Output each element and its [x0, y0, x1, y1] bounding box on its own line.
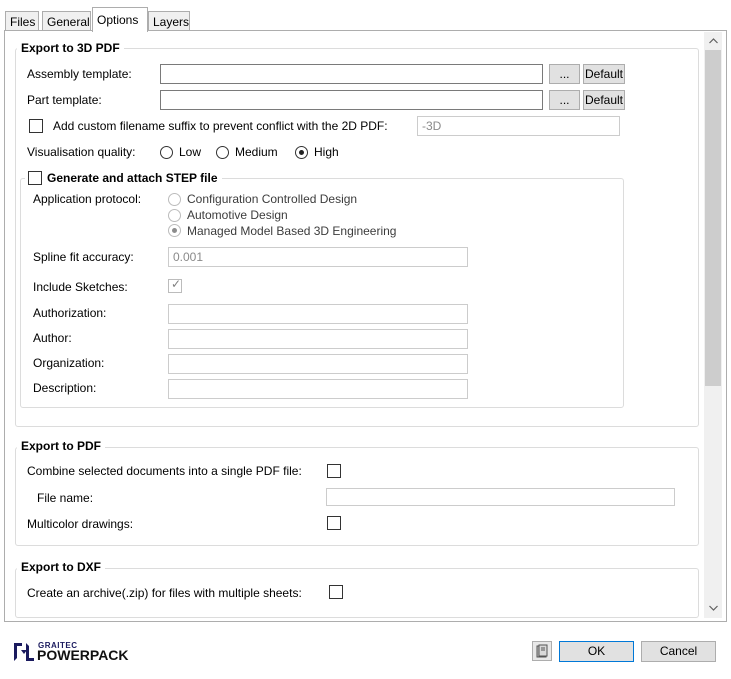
filename-label: File name:: [37, 491, 94, 505]
part-template-label: Part template:: [27, 93, 102, 107]
protocol-mbe-radio[interactable]: [168, 224, 181, 237]
cancel-button[interactable]: Cancel: [641, 641, 716, 662]
assembly-default-button[interactable]: Default: [583, 64, 625, 84]
combine-label: Combine selected documents into a single…: [27, 464, 302, 478]
vertical-scrollbar[interactable]: [704, 32, 722, 618]
tab-bar: Files General Options Layers: [0, 0, 731, 32]
tab-general[interactable]: General: [42, 11, 91, 31]
filename-input[interactable]: [326, 488, 675, 506]
organization-label: Organization:: [33, 356, 105, 370]
assembly-template-input[interactable]: [160, 64, 543, 84]
export-dxf-title: Export to DXF: [17, 560, 105, 574]
sketches-label: Include Sketches:: [33, 280, 128, 294]
radio-selected-dot: [299, 150, 304, 155]
multicolor-checkbox[interactable]: [327, 516, 341, 530]
quality-label: Visualisation quality:: [27, 145, 136, 159]
protocol-label: Application protocol:: [33, 192, 142, 206]
tab-options[interactable]: Options: [92, 7, 148, 32]
help-book-icon: [536, 644, 548, 658]
quality-high-label: High: [314, 145, 339, 159]
archive-label: Create an archive(.zip) for files with m…: [27, 586, 302, 600]
export-pdf-title: Export to PDF: [17, 439, 105, 453]
protocol-automotive-label: Automotive Design: [187, 208, 288, 222]
multicolor-label: Multicolor drawings:: [27, 517, 134, 531]
quality-medium-label: Medium: [235, 145, 278, 159]
step-title: Generate and attach STEP file: [43, 171, 222, 185]
chevron-up-icon[interactable]: [704, 33, 722, 50]
assembly-template-label: Assembly template:: [27, 67, 132, 81]
protocol-ccd-label: Configuration Controlled Design: [187, 192, 358, 206]
description-label: Description:: [33, 381, 97, 395]
description-input[interactable]: [168, 379, 468, 399]
tab-layers[interactable]: Layers: [148, 11, 190, 31]
spline-label: Spline fit accuracy:: [33, 250, 134, 264]
suffix-checkbox[interactable]: [29, 119, 43, 133]
assembly-browse-button[interactable]: ...: [549, 64, 580, 84]
archive-checkbox[interactable]: [329, 585, 343, 599]
authorization-input[interactable]: [168, 304, 468, 324]
step-checkbox[interactable]: [28, 171, 42, 185]
quality-medium-radio[interactable]: [216, 146, 229, 159]
export-3dpdf-title: Export to 3D PDF: [17, 41, 124, 55]
part-template-input[interactable]: [160, 90, 543, 110]
help-button[interactable]: [532, 641, 552, 661]
author-input[interactable]: [168, 329, 468, 349]
organization-input[interactable]: [168, 354, 468, 374]
chevron-down-icon[interactable]: [704, 600, 722, 617]
spline-input[interactable]: [168, 247, 468, 267]
scrollbar-thumb[interactable]: [705, 50, 721, 386]
protocol-automotive-radio[interactable]: [168, 209, 181, 222]
combine-checkbox[interactable]: [327, 464, 341, 478]
authorization-label: Authorization:: [33, 306, 107, 320]
suffix-label: Add custom filename suffix to prevent co…: [53, 119, 388, 133]
tab-files[interactable]: Files: [5, 11, 39, 31]
ok-button[interactable]: OK: [559, 641, 634, 662]
dialog-footer: GRAITEC POWERPACK OK Cancel: [0, 623, 731, 679]
quality-low-label: Low: [179, 145, 202, 159]
brand-powerpack: POWERPACK: [37, 647, 129, 663]
author-label: Author:: [33, 331, 72, 345]
protocol-ccd-radio[interactable]: [168, 193, 181, 206]
radio-selected-dot: [172, 228, 177, 233]
quality-low-radio[interactable]: [160, 146, 173, 159]
protocol-mbe-label: Managed Model Based 3D Engineering: [187, 224, 397, 238]
part-browse-button[interactable]: ...: [549, 90, 580, 110]
options-panel: Export to 3D PDF Assembly template: ... …: [4, 30, 727, 622]
suffix-input[interactable]: [417, 116, 620, 136]
checkmark-icon: ✓: [171, 277, 182, 291]
sketches-checkbox[interactable]: ✓: [168, 277, 182, 293]
quality-high-radio[interactable]: [295, 146, 308, 159]
graitec-logo-icon: [13, 642, 35, 662]
part-default-button[interactable]: Default: [583, 90, 625, 110]
